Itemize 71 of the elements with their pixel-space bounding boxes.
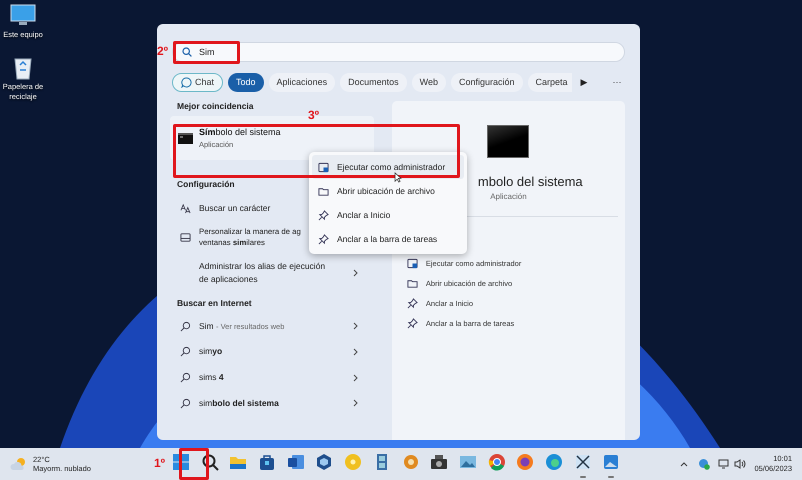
terminal-icon [487,125,530,158]
section-heading: Configuración [176,179,236,189]
filter-tab[interactable]: Chat [172,72,224,92]
document-icon[interactable] [286,452,306,472]
section-heading: Mejor coincidencia [176,101,255,111]
settings-result[interactable]: Administrar los alias de ejecución de aplicaciones [170,260,365,286]
filter-tab[interactable]: Carpeta [528,72,572,92]
highlight-frame [179,448,209,480]
filter-tab[interactable]: Todo [228,72,264,92]
result-title: Símbolo del sistema [199,127,281,137]
browser-icon[interactable] [486,452,507,472]
chevron-icon [353,374,359,382]
search-icon [180,372,191,383]
search-icon [180,398,191,409]
monitor-icon[interactable] [10,4,36,28]
font-size-icon [180,202,191,214]
highlight-frame [173,41,240,64]
speaker-icon[interactable] [734,458,746,470]
more-button[interactable]: ··· [608,77,626,87]
web-result[interactable]: sims 4 [170,371,365,384]
web-result[interactable]: simbolo del sistema [170,396,365,410]
filter-tab[interactable]: Aplicaciones [268,72,336,92]
chevron-icon [353,322,359,330]
chevron-icon [353,348,359,356]
search-icon [182,47,192,57]
menu-item[interactable]: Anclar a la barra de tareas [312,227,464,251]
folder-icon [318,186,329,196]
chevron-icon [353,268,359,277]
browser-icon[interactable] [544,452,564,472]
filter-tab[interactable]: Documentos [340,72,407,92]
preview-title: mbolo del sistema [478,174,583,189]
pin-icon [406,318,418,328]
browser-icon[interactable] [515,452,536,472]
scroll-right-button[interactable]: ▶ [576,77,592,87]
folder-icon [406,278,418,288]
preview-type: Aplicación [490,192,527,201]
menu-item[interactable]: Abrir ubicación de archivo [312,179,464,203]
step-label: 1º [154,456,166,470]
filter-tab[interactable]: Web [412,72,446,92]
cloud-sun-icon [10,457,28,471]
step-label: 2º [157,44,168,58]
menu-item[interactable]: Anclar a Inicio [312,203,464,227]
result-label: sims 4 [199,371,224,384]
chat-bubble-icon [181,76,192,88]
mouse-cursor-icon [394,172,402,183]
running-indicator [608,476,614,478]
chevron-icon [353,399,359,408]
camera-icon[interactable] [429,452,450,472]
search-text: Sim [199,47,214,57]
filter-tab[interactable]: Configuración [450,72,522,92]
web-result[interactable]: simyo [170,345,365,358]
search-icon [180,346,191,358]
start-icon[interactable] [171,452,191,472]
terminal-icon [178,132,193,144]
run-as-admin-icon [318,162,329,172]
search-icon [180,320,191,332]
running-indicator [580,476,586,478]
pin-icon [318,210,329,220]
pin-icon [406,298,418,308]
result-label: Administrar los alias de ejecución de aplicaciones [199,260,326,286]
section-heading: Buscar en Internet [176,298,253,308]
result-label: simyo [199,345,222,358]
run-as-admin-icon [406,258,418,268]
result-label: Buscar un carácter [199,202,270,215]
window-icon [180,232,191,243]
pin-icon [318,234,329,244]
search-field[interactable]: Sim [172,42,625,62]
monitor-icon[interactable] [718,458,730,470]
globe-check-icon[interactable] [698,458,710,470]
search-icon[interactable] [200,452,220,472]
result-label: simbolo del sistema [199,396,279,410]
